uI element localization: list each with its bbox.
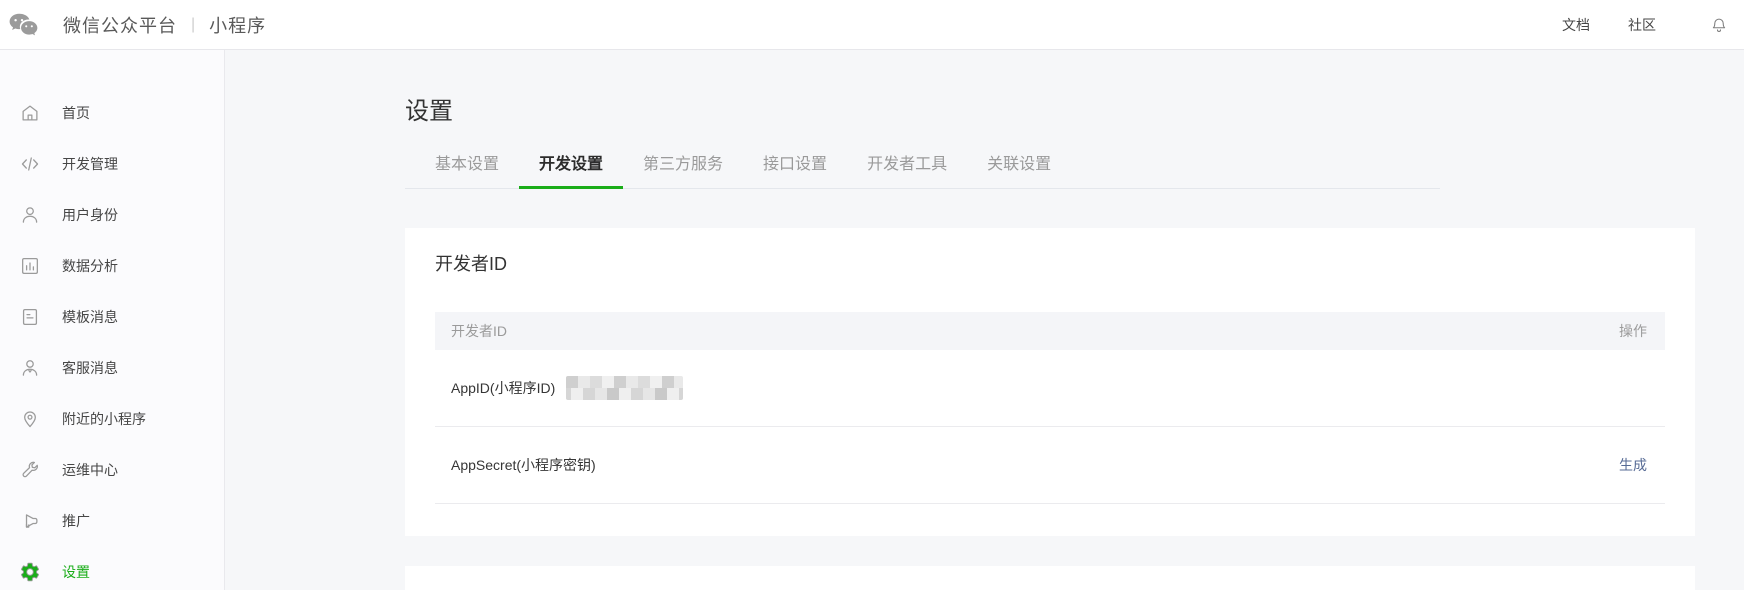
tab-developer-tools[interactable]: 开发者工具 xyxy=(847,146,967,188)
page-body: 首页 开发管理 用户身份 xyxy=(0,50,1744,590)
wechat-logo-icon[interactable] xyxy=(8,12,40,38)
sidebar-item-template-message[interactable]: 模板消息 xyxy=(0,291,224,342)
wrench-icon xyxy=(18,458,42,482)
tab-interface-settings[interactable]: 接口设置 xyxy=(743,146,847,188)
location-pin-icon xyxy=(18,407,42,431)
sidebar-item-ops-center[interactable]: 运维中心 xyxy=(0,444,224,495)
sidebar-item-home[interactable]: 首页 xyxy=(0,87,224,138)
table-header-row: 开发者ID 操作 xyxy=(435,312,1665,350)
page-title: 设置 xyxy=(405,95,1695,128)
template-message-icon xyxy=(18,305,42,329)
settings-tab-bar: 基本设置 开发设置 第三方服务 接口设置 开发者工具 关联设置 xyxy=(405,146,1440,189)
sidebar-nav: 首页 开发管理 用户身份 xyxy=(0,50,225,590)
tab-third-party-services[interactable]: 第三方服务 xyxy=(623,146,743,188)
main-content: 设置 基本设置 开发设置 第三方服务 接口设置 开发者工具 关联设置 开发者ID… xyxy=(225,50,1744,590)
sidebar-item-nearby-miniprograms[interactable]: 附近的小程序 xyxy=(0,393,224,444)
sidebar-item-customer-service[interactable]: 客服消息 xyxy=(0,342,224,393)
appid-label: AppID(小程序ID) xyxy=(451,378,565,398)
megaphone-icon xyxy=(18,509,42,533)
tab-related-settings[interactable]: 关联设置 xyxy=(967,146,1071,188)
column-header-action: 操作 xyxy=(1619,321,1647,341)
developer-id-table: 开发者ID 操作 AppID(小程序ID) AppSecret(小程序密钥) 生… xyxy=(435,312,1665,504)
topbar-right: 文档 社区 xyxy=(1524,15,1730,35)
notification-bell-icon[interactable] xyxy=(1710,15,1728,35)
gear-icon xyxy=(18,560,42,584)
title-separator: | xyxy=(191,16,195,34)
table-row-appsecret: AppSecret(小程序密钥) 生成 xyxy=(435,427,1665,504)
generate-appsecret-link[interactable]: 生成 xyxy=(1619,455,1647,475)
code-icon xyxy=(18,152,42,176)
home-icon xyxy=(18,101,42,125)
app-title: 微信公众平台 | 小程序 xyxy=(63,12,266,38)
brand-name: 微信公众平台 xyxy=(63,12,177,38)
table-row-appid: AppID(小程序ID) xyxy=(435,350,1665,427)
next-section-card xyxy=(405,566,1695,590)
community-link[interactable]: 社区 xyxy=(1628,15,1656,35)
product-name: 小程序 xyxy=(209,12,266,38)
sidebar-item-dev-management[interactable]: 开发管理 xyxy=(0,138,224,189)
top-bar: 微信公众平台 | 小程序 文档 社区 xyxy=(0,0,1744,50)
developer-id-section-title: 开发者ID xyxy=(435,252,1665,277)
user-icon xyxy=(18,203,42,227)
developer-id-card: 开发者ID 开发者ID 操作 AppID(小程序ID) AppSecret(小程… xyxy=(405,228,1695,536)
sidebar-item-data-analysis[interactable]: 数据分析 xyxy=(0,240,224,291)
sidebar-item-user-identity[interactable]: 用户身份 xyxy=(0,189,224,240)
appid-masked-value xyxy=(566,376,683,400)
column-header-developer-id: 开发者ID xyxy=(451,321,507,341)
docs-link[interactable]: 文档 xyxy=(1562,15,1590,35)
customer-service-icon xyxy=(18,356,42,380)
appsecret-label: AppSecret(小程序密钥) xyxy=(451,455,596,475)
bar-chart-icon xyxy=(18,254,42,278)
sidebar-item-settings[interactable]: 设置 xyxy=(0,546,224,590)
sidebar-item-promotion[interactable]: 推广 xyxy=(0,495,224,546)
tab-basic-settings[interactable]: 基本设置 xyxy=(415,146,519,188)
tab-development-settings[interactable]: 开发设置 xyxy=(519,146,623,188)
